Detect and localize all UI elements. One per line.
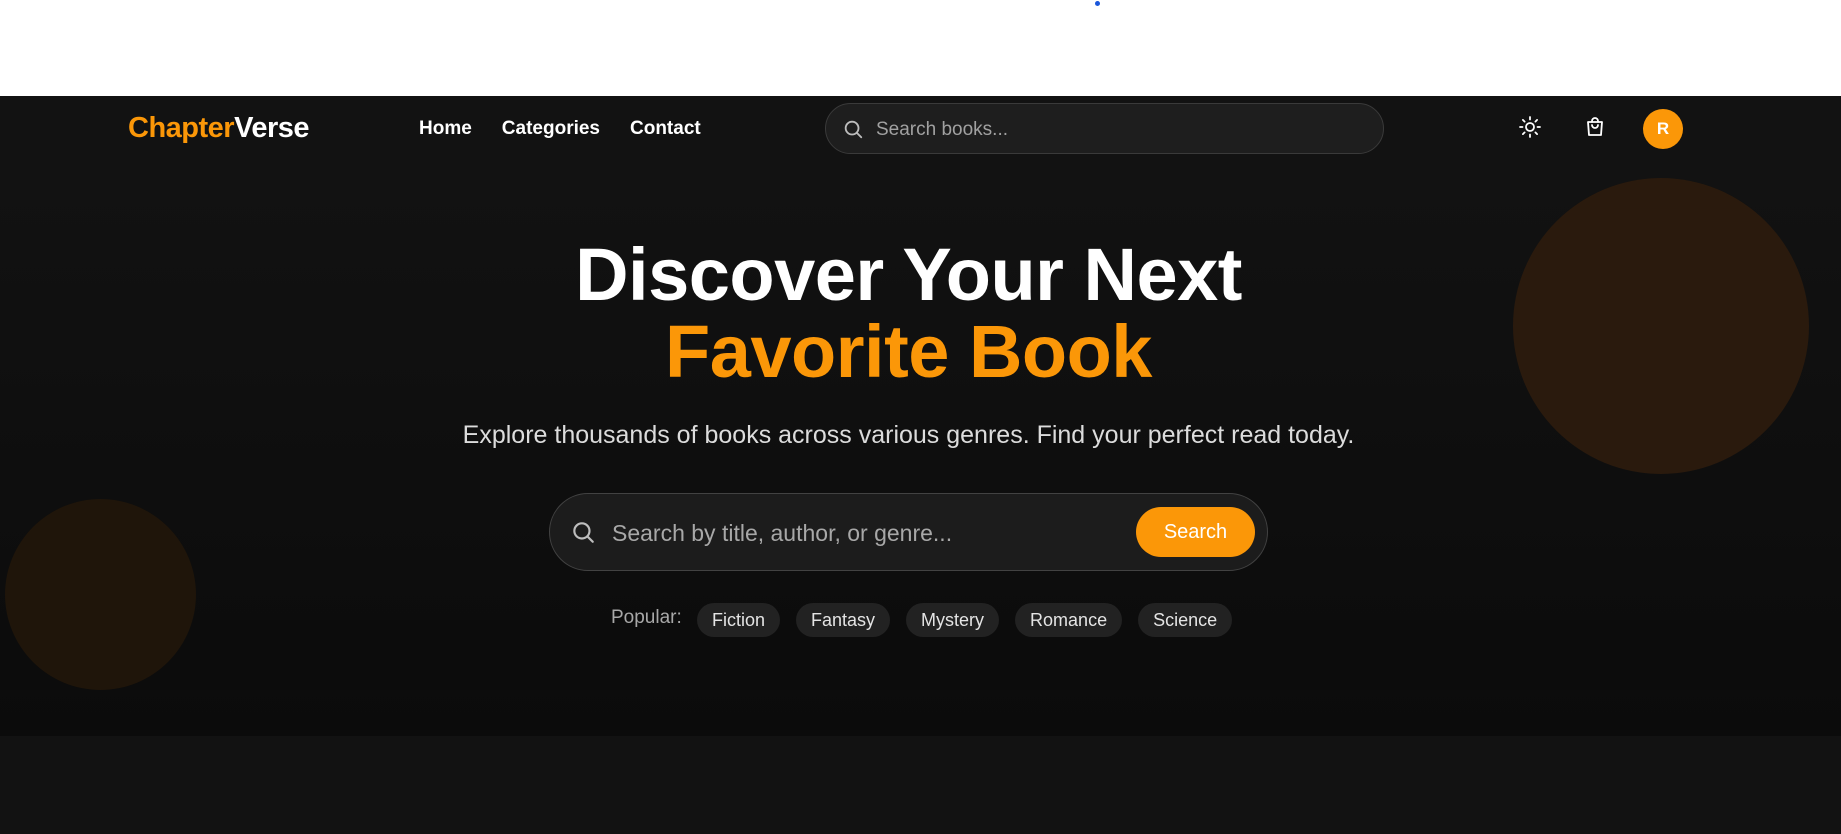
user-avatar[interactable]: R [1643,109,1683,149]
hero-search-bar: Search [549,493,1268,572]
top-blank-area [0,0,1841,96]
nav-search-bar [825,103,1384,155]
search-button[interactable]: Search [1136,507,1255,557]
tag-mystery[interactable]: Mystery [906,603,1000,637]
main-nav: Home Categories Contact [419,118,701,140]
brand-logo[interactable]: ChapterVerse [128,112,309,145]
hero-title-line1: Discover Your Next [575,233,1242,316]
hero-title: Discover Your Next Favorite Book [0,236,1817,390]
cart-button[interactable] [1575,109,1615,149]
brand-logo-part2: Verse [234,112,309,144]
shopping-bag-icon [1583,115,1607,144]
navbar: ChapterVerse Home Categories Contact Sea… [0,96,1841,164]
sun-icon [1518,115,1542,144]
tag-fantasy[interactable]: Fantasy [796,603,891,637]
nav-search-input[interactable] [874,104,1358,155]
search-icon [842,118,864,145]
content-section [0,736,1841,834]
hero-title-highlight: Favorite Book [665,310,1152,393]
popular-label: Popular: [611,607,682,628]
search-icon [570,519,596,550]
tag-fiction[interactable]: Fiction [697,603,781,637]
loading-dot [1095,1,1100,6]
popular-tags: Fiction Fantasy Mystery Romance Science [697,603,1233,637]
hero-search-input[interactable] [610,494,1144,572]
nav-link-contact[interactable]: Contact [630,118,701,140]
brand-logo-part1: Chapter [128,112,235,144]
tag-romance[interactable]: Romance [1015,603,1123,637]
decorative-circle-left [5,499,196,690]
nav-link-home[interactable]: Home [419,118,472,140]
hero-section: Discover Your Next Favorite Book Explore… [0,164,1841,736]
nav-link-categories[interactable]: Categories [502,118,600,140]
hero-subtitle: Explore thousands of books across variou… [462,421,1355,449]
theme-toggle-button[interactable] [1510,109,1550,149]
tag-science[interactable]: Science [1138,603,1233,637]
